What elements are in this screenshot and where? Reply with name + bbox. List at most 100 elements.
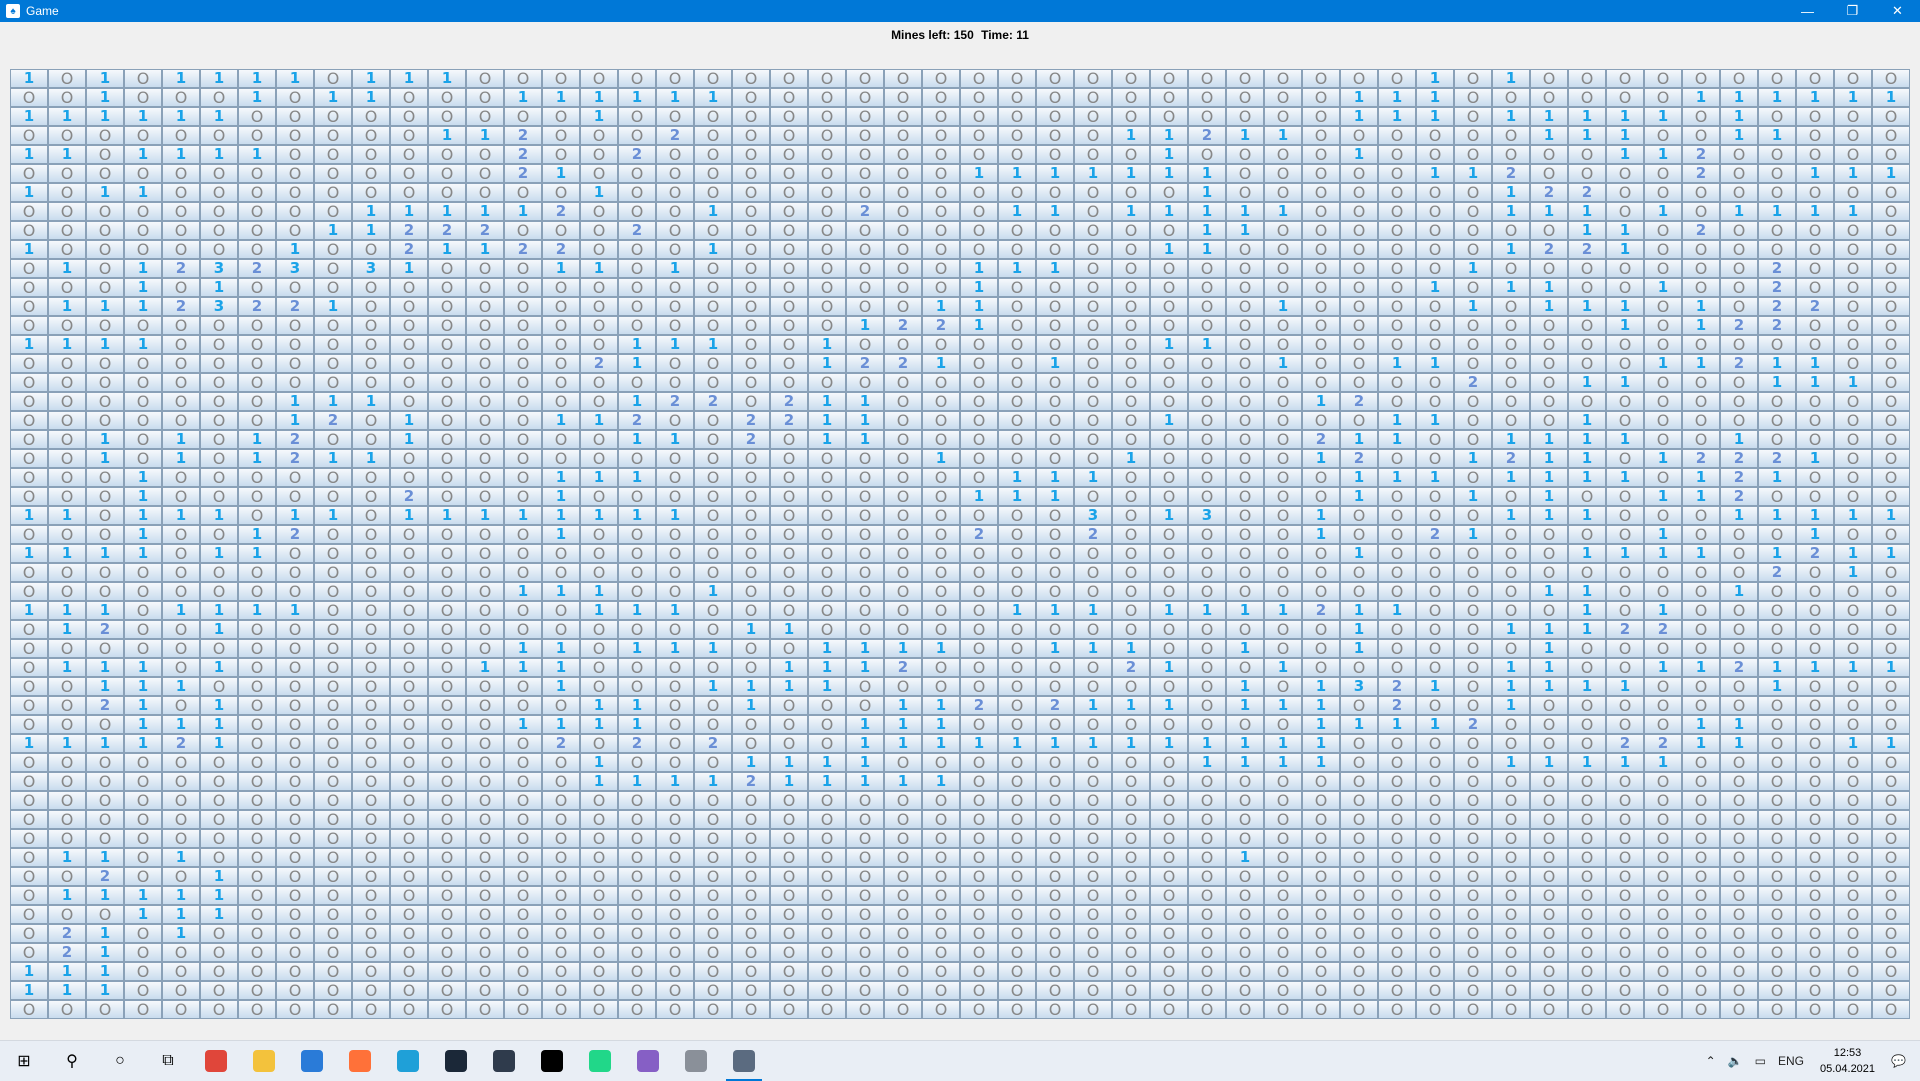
cell[interactable]: O (124, 563, 162, 582)
cell[interactable]: 1 (162, 905, 200, 924)
cell[interactable]: O (922, 164, 960, 183)
cell[interactable]: O (1378, 373, 1416, 392)
cell[interactable]: 2 (732, 772, 770, 791)
cell[interactable]: O (960, 772, 998, 791)
cell[interactable]: O (694, 905, 732, 924)
cell[interactable]: O (580, 981, 618, 1000)
cell[interactable]: 2 (618, 411, 656, 430)
cell[interactable]: O (770, 943, 808, 962)
cell[interactable]: O (922, 69, 960, 88)
cell[interactable]: O (542, 563, 580, 582)
cell[interactable]: 1 (1074, 639, 1112, 658)
cell[interactable]: 1 (1834, 506, 1872, 525)
cell[interactable]: O (1302, 221, 1340, 240)
cell[interactable]: 1 (808, 753, 846, 772)
cell[interactable]: O (542, 354, 580, 373)
cell[interactable]: 2 (618, 734, 656, 753)
cell[interactable]: O (390, 468, 428, 487)
cell[interactable]: O (922, 126, 960, 145)
cell[interactable]: O (732, 164, 770, 183)
cell[interactable]: O (1302, 563, 1340, 582)
cell[interactable]: O (1112, 278, 1150, 297)
cell[interactable]: O (656, 715, 694, 734)
cell[interactable]: 1 (1036, 734, 1074, 753)
cell[interactable]: O (1264, 69, 1302, 88)
cell[interactable]: O (998, 316, 1036, 335)
cell[interactable]: O (1872, 753, 1910, 772)
cell[interactable]: O (770, 525, 808, 544)
cell[interactable]: 1 (1720, 506, 1758, 525)
cell[interactable]: O (1378, 886, 1416, 905)
cell[interactable]: O (1644, 392, 1682, 411)
cell[interactable]: O (1606, 962, 1644, 981)
cell[interactable]: O (1454, 677, 1492, 696)
cell[interactable]: O (1644, 981, 1682, 1000)
cell[interactable]: O (1454, 183, 1492, 202)
cell[interactable]: O (504, 810, 542, 829)
cell[interactable]: O (656, 734, 694, 753)
cell[interactable]: O (1150, 221, 1188, 240)
cell[interactable]: O (48, 563, 86, 582)
cell[interactable]: O (1530, 981, 1568, 1000)
cell[interactable]: O (1302, 943, 1340, 962)
cell[interactable]: 1 (656, 772, 694, 791)
cell[interactable]: O (580, 69, 618, 88)
cell[interactable]: O (998, 126, 1036, 145)
cell[interactable]: 1 (1796, 449, 1834, 468)
cell[interactable]: O (504, 107, 542, 126)
cell[interactable]: O (694, 297, 732, 316)
cell[interactable]: O (1226, 829, 1264, 848)
cell[interactable]: O (1340, 734, 1378, 753)
cell[interactable]: O (1834, 335, 1872, 354)
cell[interactable]: 2 (504, 240, 542, 259)
cell[interactable]: 2 (86, 620, 124, 639)
cell[interactable]: O (124, 1000, 162, 1019)
cell[interactable]: O (846, 335, 884, 354)
cell[interactable]: O (238, 126, 276, 145)
cell[interactable]: 1 (1416, 677, 1454, 696)
cell[interactable]: 1 (580, 506, 618, 525)
cell[interactable]: 2 (1796, 544, 1834, 563)
cell[interactable]: 1 (1036, 354, 1074, 373)
cell[interactable]: 1 (580, 582, 618, 601)
cell[interactable]: O (1112, 468, 1150, 487)
cell[interactable]: O (200, 164, 238, 183)
cell[interactable]: O (1872, 639, 1910, 658)
cell[interactable]: O (732, 563, 770, 582)
cell[interactable]: O (428, 715, 466, 734)
cell[interactable]: O (276, 981, 314, 1000)
cell[interactable]: O (1758, 525, 1796, 544)
cell[interactable]: O (276, 164, 314, 183)
cell[interactable]: O (1530, 772, 1568, 791)
cell[interactable]: O (276, 335, 314, 354)
cell[interactable]: O (1682, 278, 1720, 297)
cell[interactable]: O (1758, 848, 1796, 867)
cell[interactable]: O (352, 620, 390, 639)
cell[interactable]: 1 (390, 411, 428, 430)
cell[interactable]: O (428, 734, 466, 753)
cell[interactable]: O (1340, 829, 1378, 848)
cell[interactable]: 1 (1378, 88, 1416, 107)
cell[interactable]: O (48, 69, 86, 88)
cell[interactable]: O (10, 354, 48, 373)
cell[interactable]: 1 (1606, 297, 1644, 316)
cell[interactable]: O (238, 715, 276, 734)
cell[interactable]: 1 (466, 126, 504, 145)
cell[interactable]: O (542, 601, 580, 620)
cell[interactable]: O (1606, 259, 1644, 278)
cell[interactable]: O (1112, 601, 1150, 620)
cell[interactable]: O (618, 373, 656, 392)
cell[interactable]: O (466, 620, 504, 639)
cell[interactable]: O (884, 620, 922, 639)
cell[interactable]: O (238, 354, 276, 373)
cell[interactable]: 1 (1568, 126, 1606, 145)
cell[interactable]: O (352, 962, 390, 981)
cell[interactable]: O (1644, 829, 1682, 848)
cell[interactable]: O (466, 259, 504, 278)
cell[interactable]: 1 (48, 297, 86, 316)
cell[interactable]: O (1682, 1000, 1720, 1019)
cell[interactable]: 1 (48, 848, 86, 867)
cell[interactable]: 1 (694, 335, 732, 354)
cell[interactable]: O (1150, 468, 1188, 487)
cell[interactable]: O (1872, 962, 1910, 981)
